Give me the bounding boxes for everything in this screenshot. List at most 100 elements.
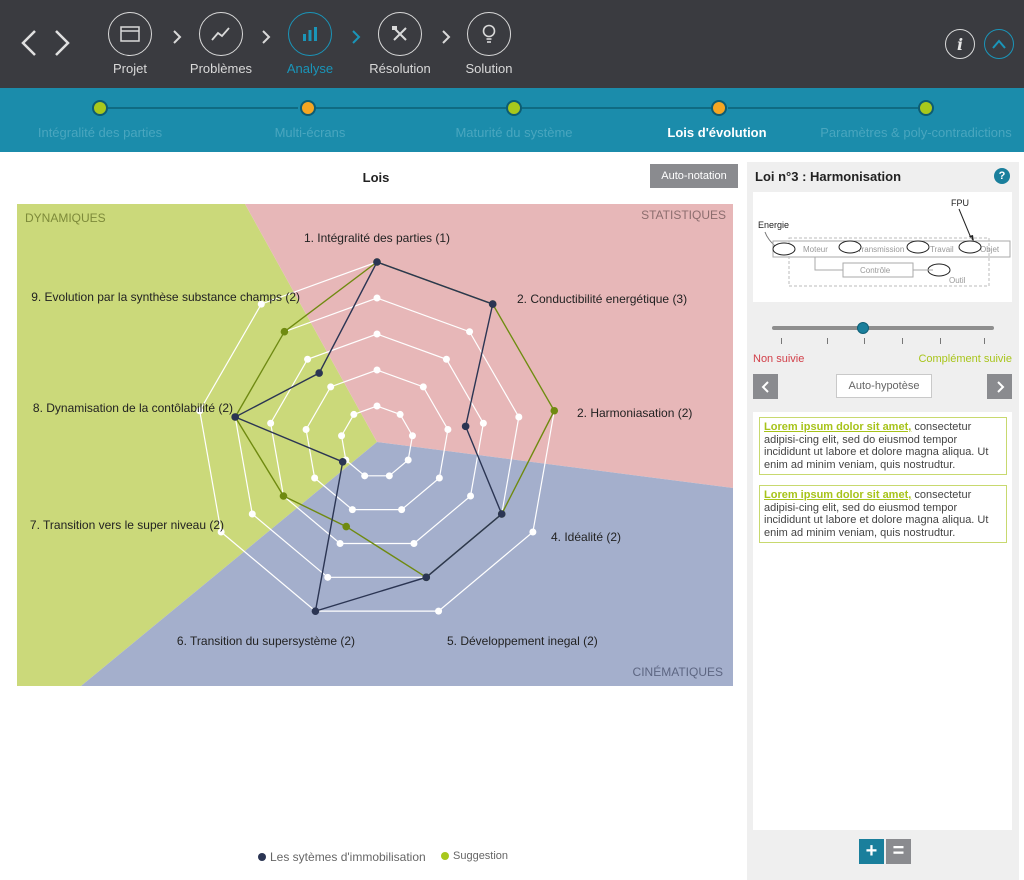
timeline-item-lois[interactable]: Lois d'évolution <box>667 125 766 140</box>
step-analyse[interactable]: Analyse <box>265 12 355 76</box>
radar-grid-point <box>373 294 381 302</box>
radar-grid-point <box>435 474 443 482</box>
radar-grid-point <box>304 355 312 363</box>
axis-label-8[interactable]: 8. Dynamisation de la contôlabilité (2) <box>33 401 233 415</box>
radar-grid-point <box>515 413 523 421</box>
chevron-up-icon[interactable] <box>984 29 1014 59</box>
radar-grid-point <box>444 425 452 433</box>
top-navigation-bar: Projet Problèmes Analyse Résolution Solu… <box>0 0 1024 88</box>
radar-chart: DYNAMIQUES STATISTIQUES CINÉMATIQUES 1. … <box>17 204 733 686</box>
auto-notation-button[interactable]: Auto-notation <box>650 164 738 188</box>
sub-step-timeline: Intégralité des parties Multi-écrans Mat… <box>0 88 1024 152</box>
series-point-1[interactable] <box>279 492 288 500</box>
radar-grid-point <box>404 456 412 464</box>
timeline-dot-lois[interactable] <box>711 100 727 116</box>
zone-label-dynamiques: DYNAMIQUES <box>25 211 106 225</box>
step-label: Analyse <box>286 61 334 76</box>
diagram-label-moteur: Moteur <box>803 245 828 254</box>
next-button[interactable] <box>987 374 1012 399</box>
diagram-label-objet: Objet <box>980 245 1000 254</box>
series-point-0[interactable] <box>497 510 506 518</box>
bar-chart-icon <box>288 12 332 56</box>
note-card[interactable]: Lorem ipsum dolor sit amet, consectetur … <box>759 485 1007 543</box>
diagram-label-transmission: Transmission <box>857 245 904 254</box>
chevron-left-icon <box>761 380 769 393</box>
auto-hypothese-button[interactable]: Auto-hypotèse <box>836 374 932 398</box>
diagram-node <box>772 242 796 256</box>
slider-tick <box>864 338 865 344</box>
timeline-item-integralite[interactable]: Intégralité des parties <box>38 125 162 140</box>
axis-label-4[interactable]: 4. Idéalité (2) <box>551 530 621 544</box>
chevron-right-icon <box>996 380 1004 393</box>
series-point-0[interactable] <box>422 573 431 582</box>
radar-grid-point <box>302 425 310 433</box>
note-card[interactable]: Lorem ipsum dolor sit amet, consectetur … <box>759 417 1007 475</box>
step-label: Projet <box>113 61 147 76</box>
radar-grid-point <box>385 472 393 480</box>
timeline-dot-integralite[interactable] <box>92 100 108 116</box>
diagram-label-outil: Outil <box>949 276 966 285</box>
step-resolution[interactable]: Résolution <box>355 12 445 76</box>
zone-label-cinematiques: CINÉMATIQUES <box>633 664 723 679</box>
help-icon[interactable]: ? <box>994 168 1010 184</box>
series-point-0[interactable] <box>338 458 347 466</box>
add-button[interactable]: + <box>859 839 884 864</box>
radar-grid-point <box>373 366 381 374</box>
timeline-connector <box>522 107 712 109</box>
radar-grid-point <box>479 419 487 427</box>
back-arrow-icon[interactable] <box>17 28 43 58</box>
radar-grid-point <box>311 474 319 482</box>
axis-label-6[interactable]: 6. Transition du supersystème (2) <box>177 634 355 648</box>
lightbulb-icon <box>467 12 511 56</box>
slider-tick <box>827 338 828 344</box>
timeline-item-parametres[interactable]: Paramètres & poly-contradictions <box>820 125 1011 140</box>
step-problemes[interactable]: Problèmes <box>176 12 266 76</box>
axis-label-2[interactable]: 2. Conductibilité energétique (3) <box>517 292 687 306</box>
previous-button[interactable] <box>753 374 778 399</box>
panel-title: Loi n°3 : Harmonisation <box>755 169 902 184</box>
harmonisation-slider[interactable] <box>772 322 994 346</box>
diagram-feedback <box>814 257 843 271</box>
axis-label-3[interactable]: 2. Harmoniasation (2) <box>577 406 692 420</box>
step-label: Problèmes <box>189 61 253 76</box>
timeline-item-maturite[interactable]: Maturité du système <box>455 125 572 140</box>
axis-label-5[interactable]: 5. Développement inegal (2) <box>447 634 598 648</box>
harmonisation-diagram: FPU Energie Moteur Transmission Travail … <box>753 192 1012 302</box>
timeline-dot-multi-ecrans[interactable] <box>300 100 316 116</box>
series-point-0[interactable] <box>488 300 497 308</box>
forward-arrow-icon[interactable] <box>48 28 74 58</box>
slider-tick <box>940 338 941 344</box>
equal-button[interactable]: = <box>886 839 911 864</box>
radar-grid-point <box>435 607 443 615</box>
slider-tick <box>984 338 985 344</box>
radar-grid-point <box>338 432 346 440</box>
timeline-item-multi-ecrans[interactable]: Multi-écrans <box>275 125 346 140</box>
series-point-0[interactable] <box>315 369 323 377</box>
step-projet[interactable]: Projet <box>85 12 175 76</box>
timeline-dot-parametres[interactable] <box>918 100 934 116</box>
tools-icon <box>378 12 422 56</box>
radar-grid-point <box>350 410 358 418</box>
radar-grid-point <box>348 506 356 514</box>
slider-knob[interactable] <box>857 322 870 334</box>
series-point-1[interactable] <box>280 327 289 336</box>
axis-label-7[interactable]: 7. Transition vers le super niveau (2) <box>30 518 224 532</box>
radar-grid-point <box>248 510 256 518</box>
legend-dot <box>441 852 449 860</box>
diagram-label-energie: Energie <box>758 220 789 230</box>
axis-label-1[interactable]: 1. Intégralité des parties (1) <box>304 231 450 245</box>
series-point-0[interactable] <box>311 607 320 615</box>
radar-grid-point <box>398 506 406 514</box>
timeline-connector <box>728 107 918 109</box>
axis-label-9[interactable]: 9. Evolution par la synthèse substance c… <box>31 290 300 304</box>
note-highlight: Lorem ipsum dolor sit amet, <box>764 421 912 433</box>
series-point-1[interactable] <box>550 406 559 415</box>
series-point-1[interactable] <box>342 522 351 531</box>
slider-track[interactable] <box>772 326 994 330</box>
series-point-0[interactable] <box>461 422 470 431</box>
step-solution[interactable]: Solution <box>444 12 534 76</box>
series-point-0[interactable] <box>373 258 381 266</box>
radar-grid-point <box>467 492 475 500</box>
info-icon[interactable]: i <box>945 29 975 59</box>
timeline-dot-maturite[interactable] <box>506 100 522 116</box>
